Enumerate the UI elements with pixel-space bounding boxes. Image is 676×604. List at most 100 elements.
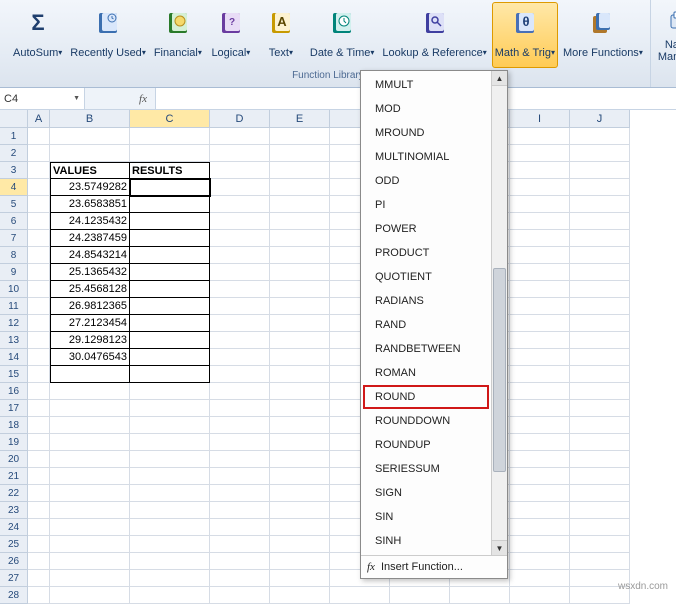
cell[interactable]: [130, 553, 210, 570]
cell[interactable]: [130, 485, 210, 502]
cell[interactable]: [270, 434, 330, 451]
cell[interactable]: [28, 332, 50, 349]
cell[interactable]: [270, 366, 330, 383]
cell[interactable]: [130, 468, 210, 485]
col-header[interactable]: A: [28, 110, 50, 128]
cell[interactable]: [130, 298, 210, 315]
row-header[interactable]: 13: [0, 332, 28, 349]
cell[interactable]: [510, 196, 570, 213]
dropdown-item[interactable]: PRODUCT: [363, 241, 489, 265]
cell[interactable]: [28, 179, 50, 196]
dropdown-item[interactable]: QUOTIENT: [363, 265, 489, 289]
cell[interactable]: [130, 417, 210, 434]
cell[interactable]: [28, 536, 50, 553]
cell[interactable]: [50, 570, 130, 587]
cell[interactable]: [130, 383, 210, 400]
cell[interactable]: [210, 587, 270, 604]
cell[interactable]: [570, 247, 630, 264]
cell[interactable]: [50, 434, 130, 451]
cell[interactable]: [50, 145, 130, 162]
recently-used-button[interactable]: Recently Used▾: [67, 2, 149, 68]
cell[interactable]: 25.4568128: [50, 281, 130, 298]
cell[interactable]: 23.6583851: [50, 196, 130, 213]
cell[interactable]: [270, 553, 330, 570]
cell[interactable]: [510, 179, 570, 196]
cell[interactable]: [270, 349, 330, 366]
cell[interactable]: [50, 536, 130, 553]
more-functions-button[interactable]: More Functions▾: [560, 2, 646, 68]
cell[interactable]: [510, 434, 570, 451]
row-header[interactable]: 25: [0, 536, 28, 553]
cell[interactable]: [28, 162, 50, 179]
row-header[interactable]: 18: [0, 417, 28, 434]
cell[interactable]: 24.1235432: [50, 213, 130, 230]
col-header[interactable]: J: [570, 110, 630, 128]
dropdown-item[interactable]: ROUNDDOWN: [363, 409, 489, 433]
row-header[interactable]: 27: [0, 570, 28, 587]
cell[interactable]: [130, 451, 210, 468]
cell[interactable]: [210, 145, 270, 162]
cell[interactable]: [210, 349, 270, 366]
cell[interactable]: [270, 587, 330, 604]
cell[interactable]: [130, 179, 210, 196]
cell[interactable]: [210, 383, 270, 400]
row-header[interactable]: 17: [0, 400, 28, 417]
row-header[interactable]: 3: [0, 162, 28, 179]
cell[interactable]: [130, 570, 210, 587]
cell[interactable]: [210, 162, 270, 179]
cell[interactable]: [130, 213, 210, 230]
cell[interactable]: [510, 383, 570, 400]
cell[interactable]: [50, 468, 130, 485]
cell[interactable]: [270, 315, 330, 332]
dropdown-item[interactable]: ROUNDUP: [363, 433, 489, 457]
row-header[interactable]: 8: [0, 247, 28, 264]
cell[interactable]: [510, 162, 570, 179]
dropdown-item[interactable]: MROUND: [363, 121, 489, 145]
cell[interactable]: [270, 332, 330, 349]
cell[interactable]: [270, 281, 330, 298]
cell[interactable]: 29.1298123: [50, 332, 130, 349]
cell[interactable]: [28, 366, 50, 383]
cell[interactable]: [510, 587, 570, 604]
cell[interactable]: [210, 281, 270, 298]
cell[interactable]: [130, 366, 210, 383]
cell[interactable]: [510, 332, 570, 349]
text-button[interactable]: A Text▾: [257, 2, 305, 68]
row-header[interactable]: 22: [0, 485, 28, 502]
cell[interactable]: [330, 587, 390, 604]
col-header[interactable]: E: [270, 110, 330, 128]
cell[interactable]: [210, 196, 270, 213]
cell[interactable]: [510, 264, 570, 281]
cell[interactable]: [210, 451, 270, 468]
cell[interactable]: [270, 145, 330, 162]
cell[interactable]: [510, 315, 570, 332]
cell[interactable]: [510, 400, 570, 417]
dropdown-item[interactable]: SERIESSUM: [363, 457, 489, 481]
cell[interactable]: [270, 400, 330, 417]
cell[interactable]: [270, 485, 330, 502]
cell[interactable]: [130, 196, 210, 213]
cell[interactable]: [130, 281, 210, 298]
cell[interactable]: [270, 570, 330, 587]
cell[interactable]: [270, 179, 330, 196]
cell[interactable]: [28, 264, 50, 281]
cell[interactable]: [50, 417, 130, 434]
cell[interactable]: [510, 468, 570, 485]
cell[interactable]: [510, 281, 570, 298]
cell[interactable]: RESULTS: [130, 162, 210, 179]
dropdown-item[interactable]: SIGN: [363, 481, 489, 505]
cell[interactable]: [28, 553, 50, 570]
cell[interactable]: [28, 451, 50, 468]
cell[interactable]: [210, 553, 270, 570]
cell[interactable]: [570, 162, 630, 179]
dropdown-item[interactable]: ROUND: [363, 385, 489, 409]
cell[interactable]: [510, 502, 570, 519]
cell[interactable]: [28, 468, 50, 485]
cell[interactable]: [50, 553, 130, 570]
cell[interactable]: [210, 434, 270, 451]
cell[interactable]: [270, 213, 330, 230]
cell[interactable]: [28, 281, 50, 298]
cell[interactable]: [270, 536, 330, 553]
cell[interactable]: [570, 451, 630, 468]
cell[interactable]: [570, 417, 630, 434]
